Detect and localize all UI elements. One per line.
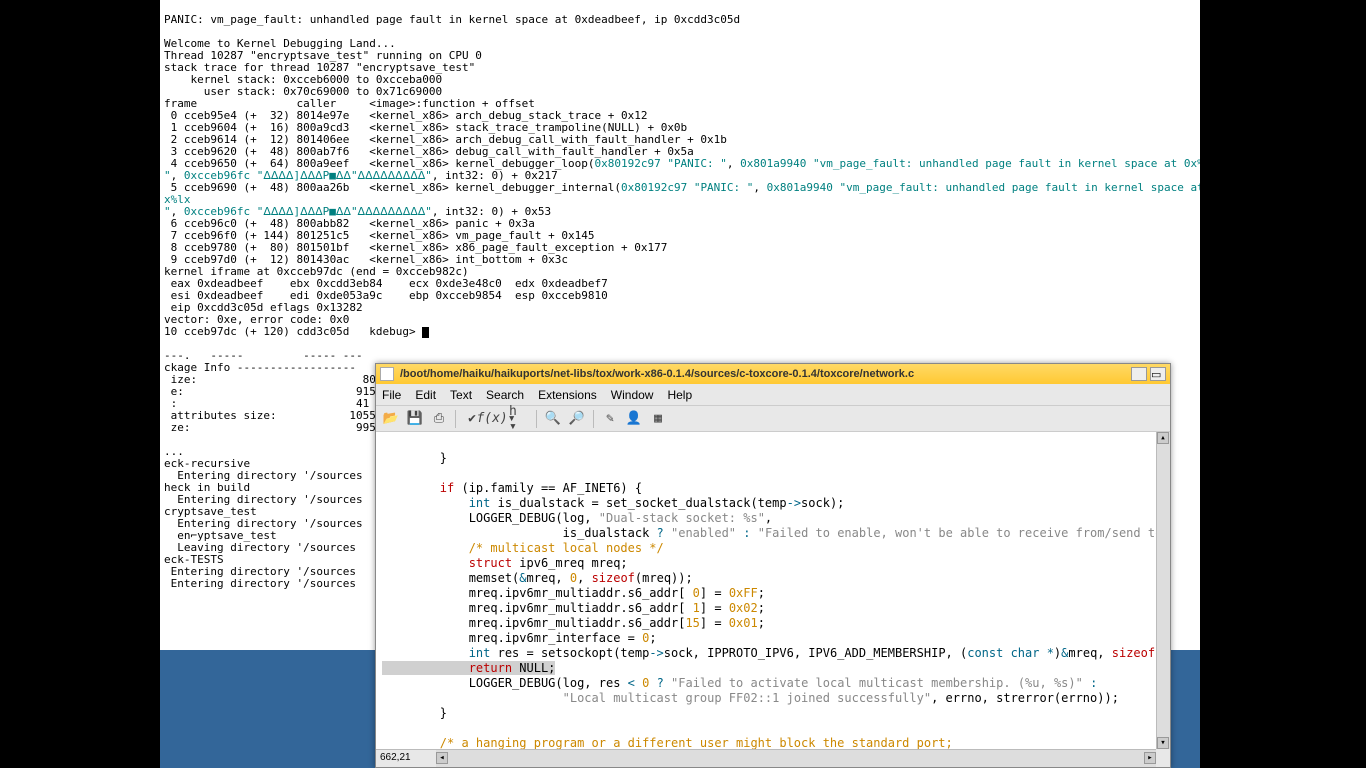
document-tab-icon[interactable] xyxy=(380,367,394,381)
editor-window: /boot/home/haiku/haikuports/net-libs/tox… xyxy=(375,363,1171,768)
frame-4: 4 cceb9650 (+ 64) 800a9eef <kernel_x86> … xyxy=(164,157,1200,182)
open-icon[interactable]: 📂 xyxy=(380,408,402,430)
print-icon[interactable]: ⎙ xyxy=(428,408,450,430)
cursor-position: 662,21 xyxy=(376,749,436,767)
user-icon[interactable]: 👤 xyxy=(623,408,645,430)
scroll-down-icon[interactable]: ▾ xyxy=(1157,737,1169,749)
function-icon[interactable]: f(x)▾ xyxy=(485,408,507,430)
menu-file[interactable]: File xyxy=(382,388,401,402)
toolbar: 📂 💾 ⎙ ✔ f(x)▾ h ▾ 🔍 🔎 ✎ 👤 ▦ xyxy=(376,406,1170,432)
menu-edit[interactable]: Edit xyxy=(415,388,436,402)
cursor xyxy=(422,327,429,338)
panic-line: PANIC: vm_page_fault: unhandled page fau… xyxy=(164,13,740,26)
minimize-button[interactable] xyxy=(1131,367,1147,381)
toolbar-separator xyxy=(455,410,456,428)
toolbar-separator-2 xyxy=(536,410,537,428)
horizontal-scrollbar[interactable]: ◂ ▸ xyxy=(436,749,1156,767)
window-title: /boot/home/haiku/haikuports/net-libs/tox… xyxy=(400,368,1128,380)
menu-window[interactable]: Window xyxy=(611,388,654,402)
menu-extensions[interactable]: Extensions xyxy=(538,388,597,402)
maximize-button[interactable]: ▭ xyxy=(1150,367,1166,381)
menu-search[interactable]: Search xyxy=(486,388,524,402)
scroll-up-icon[interactable]: ▴ xyxy=(1157,432,1169,444)
pkg-ze: ze: 995 xyxy=(164,421,376,434)
titlebar[interactable]: /boot/home/haiku/haikuports/net-libs/tox… xyxy=(376,364,1170,384)
menu-help[interactable]: Help xyxy=(667,388,692,402)
header-icon[interactable]: h ▾ xyxy=(509,408,531,430)
save-icon[interactable]: 💾 xyxy=(404,408,426,430)
code-editor[interactable]: } if (ip.family == AF_INET6) { int is_du… xyxy=(376,432,1156,749)
scroll-right-icon[interactable]: ▸ xyxy=(1144,752,1156,764)
frame-10-prompt: 10 cceb97dc (+ 120) cdd3c05d kdebug> xyxy=(164,325,429,338)
frame-5: 5 cceb9690 (+ 48) 800aa26b <kernel_x86> … xyxy=(164,181,1200,218)
vertical-scrollbar[interactable]: ▴ ▾ xyxy=(1156,432,1170,749)
grid-icon[interactable]: ▦ xyxy=(647,408,669,430)
menubar: File Edit Text Search Extensions Window … xyxy=(376,384,1170,406)
entering-5: Entering directory '/sources xyxy=(164,577,356,590)
find-next-icon[interactable]: 🔎 xyxy=(566,408,588,430)
toolbar-separator-3 xyxy=(593,410,594,428)
scroll-left-icon[interactable]: ◂ xyxy=(436,752,448,764)
edit-icon[interactable]: ✎ xyxy=(599,408,621,430)
find-icon[interactable]: 🔍 xyxy=(542,408,564,430)
menu-text[interactable]: Text xyxy=(450,388,472,402)
